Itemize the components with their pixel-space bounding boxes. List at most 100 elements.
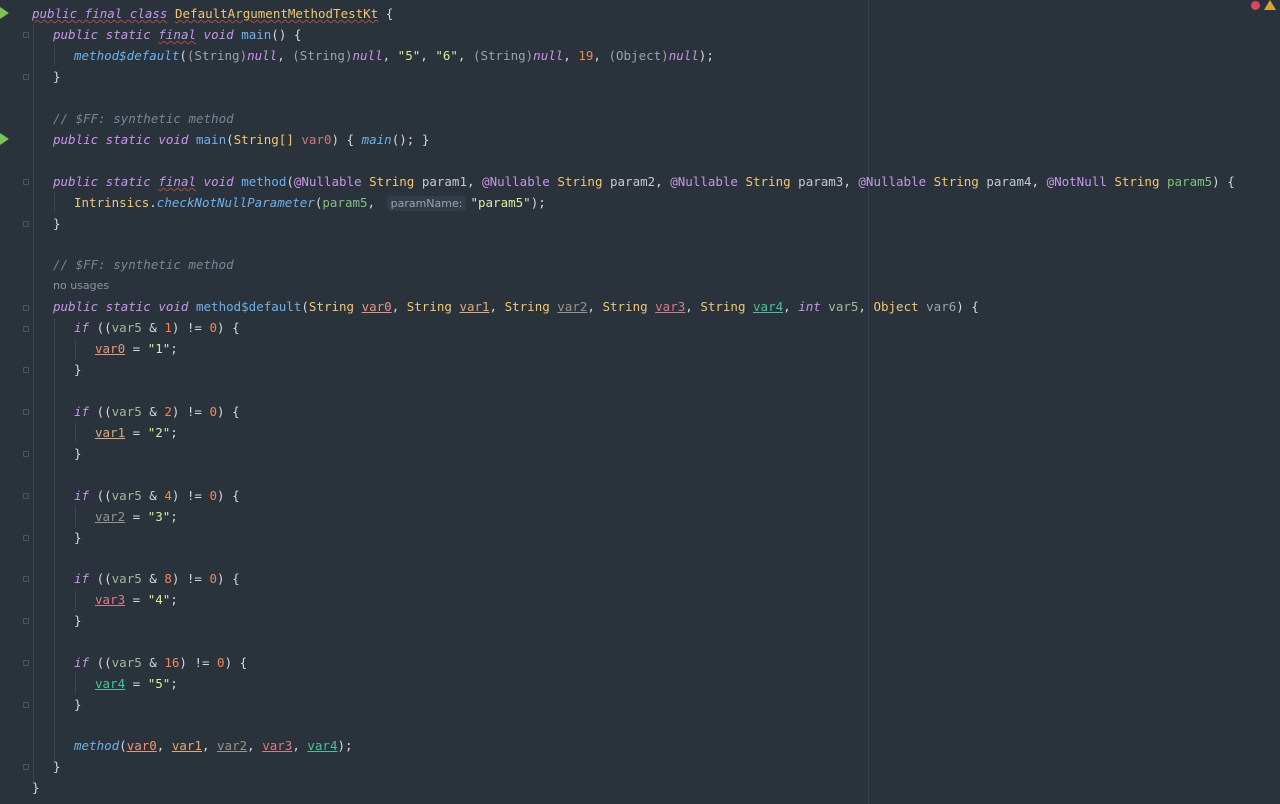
param-name: var6 — [926, 299, 957, 314]
call-method-name[interactable]: main — [362, 132, 392, 147]
inspection-status[interactable] — [1251, 0, 1276, 10]
code-line-assign[interactable]: var2 = "3"; — [95, 506, 178, 527]
fold-icon[interactable] — [23, 660, 29, 666]
call-method-name[interactable]: method — [74, 738, 119, 753]
var-ref: var0 — [95, 341, 126, 356]
code-line-check[interactable]: Intrinsics.checkNotNullParameter(param5,… — [74, 192, 546, 213]
code-line-final-call[interactable]: method(var0, var1, var2, var3, var4); — [74, 735, 353, 756]
code-line-assign[interactable]: var0 = "1"; — [95, 338, 178, 359]
fold-icon[interactable] — [23, 493, 29, 499]
run-main-icon[interactable] — [0, 133, 9, 145]
usages-hint[interactable]: no usages — [53, 275, 109, 296]
code-line-close-brace: } — [74, 613, 82, 628]
keyword: if — [74, 320, 90, 335]
method-name[interactable]: method$default — [196, 299, 301, 314]
keyword: if — [74, 404, 90, 419]
cast: (Object) — [608, 48, 669, 63]
var-ref: var5 — [111, 655, 142, 670]
arg-name: var4 — [307, 738, 338, 753]
fold-icon[interactable] — [23, 535, 29, 541]
param-name: param2 — [610, 174, 656, 189]
param-type: String — [1114, 174, 1160, 189]
var-ref: var5 — [111, 488, 142, 503]
fold-icon[interactable] — [23, 32, 29, 38]
code-line-main-decl[interactable]: public static final void main() { — [53, 24, 301, 45]
code-line-if[interactable]: if ((var5 & 8) != 0) { — [74, 568, 240, 589]
fold-icon[interactable] — [23, 702, 29, 708]
code-line-assign[interactable]: var1 = "2"; — [95, 422, 178, 443]
null-literal: null — [352, 48, 383, 63]
class-name[interactable]: DefaultArgumentMethodTestKt — [175, 6, 378, 21]
string-literal: "6" — [435, 48, 458, 63]
var-ref: var1 — [95, 425, 126, 440]
code-line-if[interactable]: if ((var5 & 2) != 0) { — [74, 401, 240, 422]
fold-icon[interactable] — [23, 367, 29, 373]
method-name[interactable]: main — [196, 132, 226, 147]
annotation: @Nullable — [670, 174, 738, 189]
right-margin-guide — [868, 0, 869, 804]
keyword: public static — [53, 27, 151, 42]
number-literal: 2 — [164, 404, 172, 419]
var-ref: var5 — [111, 404, 142, 419]
param-type: String — [602, 299, 648, 314]
code-line-if[interactable]: if ((var5 & 4) != 0) { — [74, 485, 240, 506]
param-type: String — [700, 299, 746, 314]
run-class-icon[interactable] — [0, 7, 9, 19]
method-name[interactable]: main — [241, 27, 271, 42]
var-ref: var5 — [111, 571, 142, 586]
number-literal: 1 — [164, 320, 172, 335]
fold-icon[interactable] — [23, 305, 29, 311]
editor-gutter[interactable] — [0, 0, 30, 804]
fold-icon[interactable] — [23, 409, 29, 415]
keyword: void — [203, 174, 234, 189]
code-line-main-args[interactable]: public static void main(String[] var0) {… — [53, 129, 429, 150]
indent-guide — [54, 192, 55, 213]
code-comment: // $FF: synthetic method — [53, 257, 234, 272]
param-type: String — [504, 299, 550, 314]
code-editor[interactable]: public final class DefaultArgumentMethod… — [0, 0, 1280, 804]
indent-guide — [75, 422, 76, 443]
indent-guide — [75, 673, 76, 694]
code-line-main-call[interactable]: method$default((String)null, (String)nul… — [74, 45, 714, 66]
fold-icon[interactable] — [23, 179, 29, 185]
code-line-close-brace: } — [32, 780, 40, 795]
fold-icon[interactable] — [23, 576, 29, 582]
code-comment: // $FF: synthetic method — [53, 111, 234, 126]
code-line-default-decl[interactable]: public static void method$default(String… — [53, 296, 979, 317]
code-line-assign[interactable]: var4 = "5"; — [95, 673, 178, 694]
fold-icon[interactable] — [23, 74, 29, 80]
fold-icon[interactable] — [23, 618, 29, 624]
error-dot-icon[interactable] — [1251, 0, 1260, 10]
keyword: if — [74, 655, 90, 670]
class-ref[interactable]: Intrinsics — [74, 195, 149, 210]
code-line-if[interactable]: if ((var5 & 1) != 0) { — [74, 317, 240, 338]
call-method-name[interactable]: method$default — [74, 48, 179, 63]
param-name-inlay-hint[interactable]: paramName: — [386, 196, 467, 211]
keyword: public static — [53, 174, 151, 189]
code-line-assign[interactable]: var3 = "4"; — [95, 589, 178, 610]
class-keywords: public final class — [32, 6, 168, 21]
code-line-class-decl[interactable]: public final class DefaultArgumentMethod… — [32, 3, 393, 24]
code-line-close-brace: } — [74, 530, 82, 545]
call-method-name[interactable]: checkNotNullParameter — [157, 195, 315, 210]
punct: () { — [271, 27, 302, 42]
param-type: String — [308, 299, 355, 314]
fold-icon[interactable] — [23, 326, 29, 332]
code-line-close-brace: } — [53, 69, 61, 84]
number-literal: 16 — [164, 655, 180, 670]
cast: (String) — [292, 48, 353, 63]
param-name: param1 — [421, 174, 467, 189]
null-literal: null — [533, 48, 564, 63]
param-name: var0 — [361, 299, 392, 314]
number-literal: 0 — [217, 655, 225, 670]
fold-icon[interactable] — [23, 764, 29, 770]
string-literal: "2" — [147, 425, 171, 440]
code-line-method-decl[interactable]: public static final void method(@Nullabl… — [53, 171, 1235, 192]
warning-triangle-icon[interactable] — [1264, 0, 1276, 10]
indent-guide — [75, 506, 76, 527]
fold-icon[interactable] — [23, 451, 29, 457]
param-name: var4 — [753, 299, 784, 314]
method-name[interactable]: method — [241, 174, 286, 189]
fold-icon[interactable] — [23, 221, 29, 227]
code-line-if[interactable]: if ((var5 & 16) != 0) { — [74, 652, 247, 673]
